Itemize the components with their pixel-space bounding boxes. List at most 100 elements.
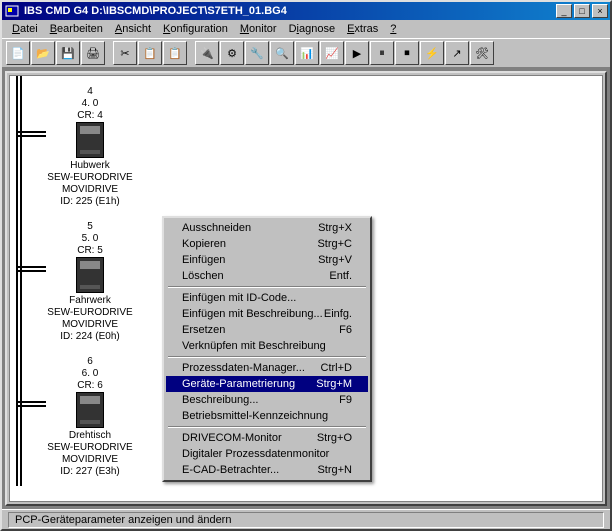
minimize-button[interactable]: _ bbox=[556, 4, 572, 18]
menu-item-verkn-pfen-mit-beschreibung[interactable]: Verknüpfen mit Beschreibung bbox=[166, 338, 368, 354]
menu-item-label: Einfügen mit ID-Code... bbox=[182, 292, 296, 304]
toolbar-button-11[interactable]: 🔧 bbox=[245, 41, 269, 65]
close-button[interactable]: × bbox=[592, 4, 608, 18]
app-icon bbox=[4, 4, 20, 18]
menu-item-label: Verknüpfen mit Beschreibung bbox=[182, 340, 326, 352]
menu-ansicht[interactable]: Ansicht bbox=[109, 22, 157, 36]
menu-item-label: Digitaler Prozessdatenmonitor bbox=[182, 448, 329, 460]
device-label-name: Fahrwerk bbox=[40, 295, 140, 307]
menu-separator bbox=[168, 286, 366, 288]
menu-item-shortcut: Strg+C bbox=[317, 238, 352, 250]
maximize-button[interactable]: □ bbox=[574, 4, 590, 18]
menu-bearbeiten[interactable]: Bearbeiten bbox=[44, 22, 109, 36]
menu-diagnose[interactable]: Diagnose bbox=[283, 22, 342, 36]
menu-?[interactable]: ? bbox=[384, 22, 402, 36]
toolbar-button-15[interactable]: ▶ bbox=[345, 41, 369, 65]
device-label-name: Drehtisch bbox=[40, 430, 140, 442]
bus-line bbox=[16, 76, 22, 486]
device-5[interactable]: 55. 0CR: 5FahrwerkSEW-EURODRIVEMOVIDRIVE… bbox=[40, 221, 140, 343]
menu-konfiguration[interactable]: Konfiguration bbox=[157, 22, 234, 36]
toolbar-button-14[interactable]: 📈 bbox=[320, 41, 344, 65]
menu-item-shortcut: Entf. bbox=[329, 270, 352, 282]
bus-diagram-canvas[interactable]: 44. 0CR: 4HubwerkSEW-EURODRIVEMOVIDRIVEI… bbox=[9, 75, 603, 502]
menu-item-label: DRIVECOM-Monitor bbox=[182, 432, 282, 444]
menu-item-label: Löschen bbox=[182, 270, 224, 282]
menu-item-einf-gen[interactable]: EinfügenStrg+V bbox=[166, 252, 368, 268]
workspace: 44. 0CR: 4HubwerkSEW-EURODRIVEMOVIDRIVEI… bbox=[2, 68, 610, 509]
menu-item-l-schen[interactable]: Löschen Entf. bbox=[166, 268, 368, 284]
toolbar-button-20[interactable]: 🛠 bbox=[470, 41, 494, 65]
device-cr: CR: 5 bbox=[40, 245, 140, 257]
menu-item-ausschneiden[interactable]: Ausschneiden Strg+X bbox=[166, 220, 368, 236]
device-4[interactable]: 44. 0CR: 4HubwerkSEW-EURODRIVEMOVIDRIVEI… bbox=[40, 86, 140, 208]
main-window: IBS CMD G4 D:\IBSCMD\PROJECT\S7ETH_01.BG… bbox=[0, 0, 612, 531]
device-cr: CR: 6 bbox=[40, 380, 140, 392]
device-label-vendor: SEW-EURODRIVE bbox=[40, 442, 140, 454]
menu-item-shortcut: Einfg. bbox=[324, 308, 352, 320]
statusbar: PCP-Geräteparameter anzeigen und ändern bbox=[2, 509, 610, 529]
device-label-model: MOVIDRIVE bbox=[40, 454, 140, 466]
toolbar-button-9[interactable]: 🔌 bbox=[195, 41, 219, 65]
toolbar-button-19[interactable]: ↗ bbox=[445, 41, 469, 65]
toolbar: 📄📂💾🖨✂📋📋🔌⚙🔧🔍📊📈▶⏸⏹⚡↗🛠 bbox=[2, 38, 610, 68]
device-6[interactable]: 66. 0CR: 6 DrehtischSEW-EURODRIVEMOVIDRIV… bbox=[40, 356, 140, 478]
menu-monitor[interactable]: Monitor bbox=[234, 22, 283, 36]
menu-item-label: Ausschneiden bbox=[182, 222, 251, 234]
toolbar-button-7[interactable]: 📋 bbox=[163, 41, 187, 65]
titlebar: IBS CMD G4 D:\IBSCMD\PROJECT\S7ETH_01.BG… bbox=[2, 2, 610, 20]
menu-item-shortcut: Strg+X bbox=[318, 222, 352, 234]
toolbar-button-17[interactable]: ⏹ bbox=[395, 41, 419, 65]
toolbar-button-10[interactable]: ⚙ bbox=[220, 41, 244, 65]
menu-item-ger-te-parametrierung[interactable]: Geräte-Parametrierung Strg+M bbox=[166, 376, 368, 392]
device-num: 5 bbox=[40, 221, 140, 233]
device-label-id: ID: 227 (E3h) bbox=[40, 466, 140, 478]
menu-item-shortcut: Strg+O bbox=[317, 432, 352, 444]
menu-item-label: Einfügen mit Beschreibung... bbox=[182, 308, 323, 320]
menu-item-beschreibung-[interactable]: Beschreibung...F9 bbox=[166, 392, 368, 408]
menu-item-shortcut: Strg+M bbox=[316, 378, 352, 390]
toolbar-button-2[interactable]: 💾 bbox=[56, 41, 80, 65]
menu-item-e-cad-betrachter-[interactable]: E-CAD-Betrachter...Strg+N bbox=[166, 462, 368, 478]
menu-separator bbox=[168, 356, 366, 358]
system-buttons: _ □ × bbox=[554, 4, 608, 18]
device-label-model: MOVIDRIVE bbox=[40, 184, 140, 196]
toolbar-button-16[interactable]: ⏸ bbox=[370, 41, 394, 65]
menu-item-label: Prozessdaten-Manager... bbox=[182, 362, 305, 374]
toolbar-button-12[interactable]: 🔍 bbox=[270, 41, 294, 65]
menu-item-einf-gen-mit-id-code-[interactable]: Einfügen mit ID-Code... bbox=[166, 290, 368, 306]
menu-item-label: Geräte-Parametrierung bbox=[182, 378, 295, 390]
toolbar-button-3[interactable]: 🖨 bbox=[81, 41, 105, 65]
menu-separator bbox=[168, 426, 366, 428]
context-menu: Ausschneiden Strg+X Kopieren Strg+C Einfügen… bbox=[162, 216, 372, 482]
toolbar-button-6[interactable]: 📋 bbox=[138, 41, 162, 65]
device-icon bbox=[76, 122, 104, 158]
device-label-vendor: SEW-EURODRIVE bbox=[40, 172, 140, 184]
menu-item-prozessdaten-manager-[interactable]: Prozessdaten-Manager...Ctrl+D bbox=[166, 360, 368, 376]
menu-item-ersetzen[interactable]: ErsetzenF6 bbox=[166, 322, 368, 338]
device-cr: CR: 4 bbox=[40, 110, 140, 122]
window-title: IBS CMD G4 D:\IBSCMD\PROJECT\S7ETH_01.BG… bbox=[24, 5, 554, 17]
device-label-model: MOVIDRIVE bbox=[40, 319, 140, 331]
toolbar-button-0[interactable]: 📄 bbox=[6, 41, 30, 65]
toolbar-button-5[interactable]: ✂ bbox=[113, 41, 137, 65]
toolbar-button-13[interactable]: 📊 bbox=[295, 41, 319, 65]
menu-item-label: Kopieren bbox=[182, 238, 226, 250]
status-text: PCP-Geräteparameter anzeigen und ändern bbox=[8, 512, 604, 528]
toolbar-button-1[interactable]: 📂 bbox=[31, 41, 55, 65]
menu-item-einf-gen-mit-beschreibung-[interactable]: Einfügen mit Beschreibung...Einfg. bbox=[166, 306, 368, 322]
toolbar-button-18[interactable]: ⚡ bbox=[420, 41, 444, 65]
menu-datei[interactable]: Datei bbox=[6, 22, 44, 36]
device-val: 6. 0 bbox=[40, 368, 140, 380]
menu-item-label: Ersetzen bbox=[182, 324, 225, 336]
menu-extras[interactable]: Extras bbox=[341, 22, 384, 36]
menu-item-betriebsmittel-kennzeichnung[interactable]: Betriebsmittel-Kennzeichnung bbox=[166, 408, 368, 424]
menu-item-label: Betriebsmittel-Kennzeichnung bbox=[182, 410, 328, 422]
menu-item-label: Einfügen bbox=[182, 254, 225, 266]
menu-item-drivecom-monitor[interactable]: DRIVECOM-Monitor Strg+O bbox=[166, 430, 368, 446]
menu-item-digitaler-prozessdatenmonitor[interactable]: Digitaler Prozessdatenmonitor bbox=[166, 446, 368, 462]
device-num: 6 bbox=[40, 356, 140, 368]
menu-item-label: Beschreibung... bbox=[182, 394, 258, 406]
device-icon bbox=[76, 392, 104, 428]
menu-item-kopieren[interactable]: Kopieren Strg+C bbox=[166, 236, 368, 252]
device-val: 4. 0 bbox=[40, 98, 140, 110]
